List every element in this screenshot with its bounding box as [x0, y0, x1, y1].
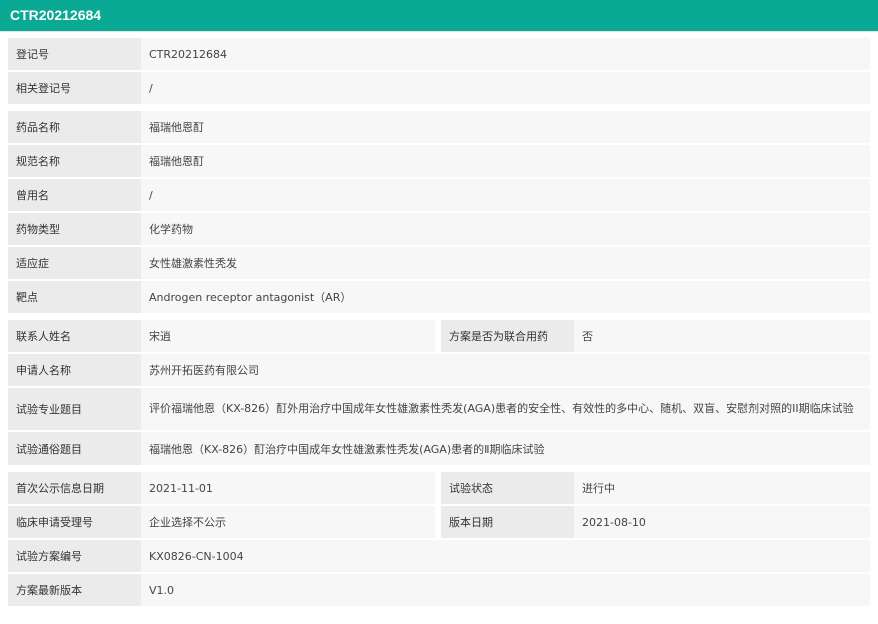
table-row: 药物类型 化学药物	[8, 213, 870, 245]
field-label: 联系人姓名	[8, 320, 141, 352]
reg-no-value: CTR20212684	[141, 38, 870, 70]
registration-table: 登记号 CTR20212684 相关登记号 /	[8, 36, 870, 106]
indication-value: 女性雄激素性秃发	[141, 247, 870, 279]
public-title-value: 福瑞他恩（KX-826）酊治疗中国成年女性雄激素性秃发(AGA)患者的Ⅱ期临床试…	[141, 432, 870, 465]
field-label: 登记号	[8, 38, 141, 70]
table-row: 相关登记号 /	[8, 72, 870, 104]
field-label: 首次公示信息日期	[8, 472, 141, 504]
registration-section: 登记号 CTR20212684 相关登记号 /	[8, 36, 870, 106]
field-label: 试验专业题目	[8, 388, 141, 430]
field-label: 版本日期	[441, 506, 574, 538]
applicant-value: 苏州开拓医药有限公司	[141, 354, 870, 386]
latest-version-value: V1.0	[141, 574, 870, 606]
table-row: 临床申请受理号 企业选择不公示 版本日期 2021-08-10	[8, 506, 870, 538]
table-row: 规范名称 福瑞他恩酊	[8, 145, 870, 177]
table-row: 试验方案编号 KX0826-CN-1004	[8, 540, 870, 572]
header-title: CTR20212684	[10, 7, 102, 23]
scientific-title-value: 评价福瑞他恩（KX-826）酊外用治疗中国成年女性雄激素性秃发(AGA)患者的安…	[141, 388, 870, 430]
combo-value: 否	[574, 320, 870, 352]
std-name-value: 福瑞他恩酊	[141, 145, 870, 177]
status-value: 进行中	[574, 472, 870, 504]
table-row: 登记号 CTR20212684	[8, 38, 870, 70]
protocol-no-value: KX0826-CN-1004	[141, 540, 870, 572]
table-row: 方案最新版本 V1.0	[8, 574, 870, 606]
contact-value: 宋逍	[141, 320, 435, 352]
field-label: 方案最新版本	[8, 574, 141, 606]
field-label: 相关登记号	[8, 72, 141, 104]
page-header: CTR20212684	[0, 0, 878, 32]
field-label: 规范名称	[8, 145, 141, 177]
first-date-value: 2021-11-01	[141, 472, 435, 504]
target-value: Androgen receptor antagonist（AR）	[141, 281, 870, 313]
accept-no-value: 企业选择不公示	[141, 506, 435, 538]
field-label: 靶点	[8, 281, 141, 313]
table-row: 曾用名 /	[8, 179, 870, 211]
drug-type-value: 化学药物	[141, 213, 870, 245]
table-row: 首次公示信息日期 2021-11-01 试验状态 进行中	[8, 472, 870, 504]
field-label: 申请人名称	[8, 354, 141, 386]
field-label: 药物类型	[8, 213, 141, 245]
field-label: 曾用名	[8, 179, 141, 211]
table-row: 试验专业题目 评价福瑞他恩（KX-826）酊外用治疗中国成年女性雄激素性秃发(A…	[8, 388, 870, 430]
trial-section: 联系人姓名 宋逍 方案是否为联合用药 否 申请人名称 苏州开拓医药有限公司 试验…	[8, 318, 870, 467]
field-label: 药品名称	[8, 111, 141, 143]
table-row: 联系人姓名 宋逍 方案是否为联合用药 否	[8, 320, 870, 352]
field-label: 试验方案编号	[8, 540, 141, 572]
table-row: 申请人名称 苏州开拓医药有限公司	[8, 354, 870, 386]
publication-section: 首次公示信息日期 2021-11-01 试验状态 进行中 临床申请受理号 企业选…	[8, 470, 870, 608]
table-row: 靶点 Androgen receptor antagonist（AR）	[8, 281, 870, 313]
drug-table: 药品名称 福瑞他恩酊 规范名称 福瑞他恩酊 曾用名 / 药物类型 化学药物 适应…	[8, 109, 870, 315]
drug-name-value: 福瑞他恩酊	[141, 111, 870, 143]
former-name-value: /	[141, 179, 870, 211]
publication-table: 首次公示信息日期 2021-11-01 试验状态 进行中 临床申请受理号 企业选…	[8, 470, 870, 608]
version-date-value: 2021-08-10	[574, 506, 870, 538]
related-no-value: /	[141, 72, 870, 104]
field-label: 临床申请受理号	[8, 506, 141, 538]
field-label: 试验状态	[441, 472, 574, 504]
field-label: 适应症	[8, 247, 141, 279]
drug-section: 药品名称 福瑞他恩酊 规范名称 福瑞他恩酊 曾用名 / 药物类型 化学药物 适应…	[8, 109, 870, 315]
field-label: 方案是否为联合用药	[441, 320, 574, 352]
trial-table: 联系人姓名 宋逍 方案是否为联合用药 否 申请人名称 苏州开拓医药有限公司 试验…	[8, 318, 870, 467]
table-row: 药品名称 福瑞他恩酊	[8, 111, 870, 143]
table-row: 试验通俗题目 福瑞他恩（KX-826）酊治疗中国成年女性雄激素性秃发(AGA)患…	[8, 432, 870, 465]
table-row: 适应症 女性雄激素性秃发	[8, 247, 870, 279]
field-label: 试验通俗题目	[8, 432, 141, 465]
